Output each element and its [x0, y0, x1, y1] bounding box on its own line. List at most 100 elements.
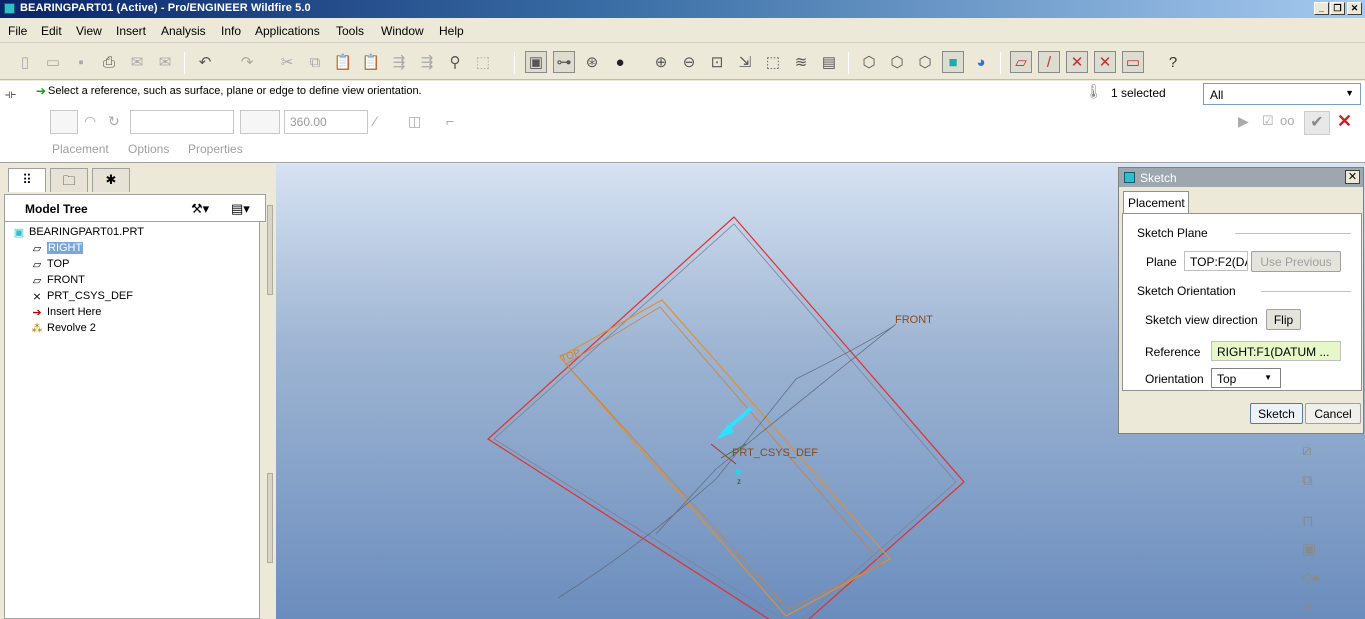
select-box-icon[interactable]: ⬚: [472, 51, 494, 73]
annotation-toggle-icon[interactable]: ▭: [1122, 51, 1144, 73]
tab-options[interactable]: Options: [128, 142, 169, 156]
paste-special-icon[interactable]: 📋: [360, 51, 382, 73]
datum-planes-toggle-icon[interactable]: ▱: [1010, 51, 1032, 73]
title-bar: BEARINGPART01 (Active) - Pro/ENGINEER Wi…: [0, 0, 1365, 18]
tree-settings-icon[interactable]: ⚒▾: [191, 201, 209, 217]
context-help-icon[interactable]: ?: [1162, 51, 1184, 73]
save-icon[interactable]: ▪: [70, 51, 92, 73]
tree-item-front[interactable]: ▱ FRONT: [29, 272, 85, 288]
revolve-tool-icon[interactable]: ▣: [1302, 540, 1316, 558]
panel-sash[interactable]: [266, 205, 274, 575]
refit-icon[interactable]: ⊡: [706, 51, 728, 73]
regen-manager-icon[interactable]: ⇶: [416, 51, 438, 73]
zoom-in-icon[interactable]: ⊕: [650, 51, 672, 73]
menu-info[interactable]: Info: [221, 24, 241, 38]
angle-type-dropdown[interactable]: [240, 110, 280, 134]
zoom-out-icon[interactable]: ⊖: [678, 51, 700, 73]
maximize-button[interactable]: ❐: [1330, 2, 1345, 15]
dialog-close-icon[interactable]: ✕: [1345, 170, 1360, 184]
print-icon[interactable]: ⎙: [98, 51, 120, 73]
close-button[interactable]: ✕: [1347, 2, 1362, 15]
menu-insert[interactable]: Insert: [116, 24, 146, 38]
axis-collector-field[interactable]: [130, 110, 234, 134]
shading-icon[interactable]: ■: [942, 51, 964, 73]
tree-item-revolve[interactable]: ⁂ Revolve 2: [29, 320, 96, 336]
find-icon[interactable]: ⚲: [444, 51, 466, 73]
use-previous-button[interactable]: Use Previous: [1251, 251, 1341, 272]
sash-grip-lower[interactable]: [267, 473, 273, 563]
plane-field[interactable]: TOP:F2(DATUM PLANE): [1184, 251, 1248, 271]
tree-item-part[interactable]: ▣ BEARINGPART01.PRT: [11, 224, 144, 240]
orient-mode-icon[interactable]: ⊛: [581, 51, 603, 73]
menu-view[interactable]: View: [76, 24, 102, 38]
redo-icon[interactable]: ↷: [236, 51, 258, 73]
undo-icon[interactable]: ↶: [194, 51, 216, 73]
open-file-icon[interactable]: ▭: [42, 51, 64, 73]
tree-item-right[interactable]: ▱ RIGHT: [29, 240, 84, 256]
tab-properties[interactable]: Properties: [188, 142, 243, 156]
tab-dialog-placement[interactable]: Placement: [1123, 191, 1189, 213]
cut-icon[interactable]: ✂: [276, 51, 298, 73]
tab-favorites[interactable]: ✱: [92, 168, 130, 192]
email-link-icon[interactable]: ✉: [154, 51, 176, 73]
menu-tools[interactable]: Tools: [336, 24, 364, 38]
confirm-check-icon[interactable]: ✔: [1304, 111, 1330, 135]
menu-edit[interactable]: Edit: [41, 24, 62, 38]
enhanced-realism-icon[interactable]: ◕: [970, 51, 992, 73]
hidden-line-icon[interactable]: ⬡: [886, 51, 908, 73]
menu-applications[interactable]: Applications: [255, 24, 320, 38]
datum-axes-toggle-icon[interactable]: /: [1038, 51, 1060, 73]
sketch-tool-icon[interactable]: ⧄: [1302, 442, 1312, 459]
cancel-button[interactable]: Cancel: [1305, 403, 1361, 424]
reference-label: Reference: [1145, 345, 1201, 359]
right-datum-plane[interactable]: [487, 216, 965, 619]
new-file-icon[interactable]: ▯: [14, 51, 36, 73]
tree-item-insert-here[interactable]: ➔ Insert Here: [29, 304, 101, 320]
extrude-tool-icon[interactable]: ⊓: [1302, 512, 1314, 530]
pause-icon[interactable]: ▶: [1238, 113, 1249, 130]
cancel-x-icon[interactable]: ✕: [1337, 111, 1352, 132]
paste-icon[interactable]: 📋: [332, 51, 354, 73]
menu-window[interactable]: Window: [381, 24, 424, 38]
csys-toggle-icon[interactable]: ✕: [1094, 51, 1116, 73]
tree-show-icon[interactable]: ▤▾: [231, 201, 250, 217]
preview-icon[interactable]: oo: [1280, 113, 1294, 128]
email-icon[interactable]: ✉: [126, 51, 148, 73]
datum-plane-icon: ▱: [32, 274, 42, 287]
orientation-select[interactable]: Top ▼: [1211, 368, 1281, 388]
tab-folder-browser[interactable]: 🗀: [50, 168, 88, 192]
sash-grip-upper[interactable]: [267, 205, 273, 295]
spin-center-icon[interactable]: ⊶: [553, 51, 575, 73]
datum-points-toggle-icon[interactable]: ✕: [1066, 51, 1088, 73]
tree-item-csys[interactable]: ⨯ PRT_CSYS_DEF: [29, 288, 133, 304]
model-display-icon[interactable]: ●: [609, 51, 631, 73]
reorient-icon[interactable]: ⇲: [734, 51, 756, 73]
solid-option-button[interactable]: [50, 110, 78, 134]
verify-icon[interactable]: ☑: [1262, 113, 1274, 129]
selection-filter[interactable]: All ▼: [1203, 83, 1361, 105]
tab-placement[interactable]: Placement: [52, 142, 109, 156]
minimize-button[interactable]: _: [1314, 2, 1329, 15]
wireframe-icon[interactable]: ⬡: [858, 51, 880, 73]
menu-help[interactable]: Help: [439, 24, 464, 38]
csys-icon: ⨯: [32, 290, 42, 303]
repaint-icon[interactable]: ▣: [525, 51, 547, 73]
message-arrow-icon: ➔: [36, 84, 47, 98]
flip-button[interactable]: Flip: [1266, 309, 1301, 330]
menu-file[interactable]: File: [8, 24, 27, 38]
sketch-button[interactable]: Sketch: [1250, 403, 1303, 424]
angle-input[interactable]: 360.00: [284, 110, 368, 134]
menu-analysis[interactable]: Analysis: [161, 24, 206, 38]
datum-plane-tool-icon[interactable]: ⧉: [1302, 472, 1313, 489]
mirror-tool-icon[interactable]: ⧅: [1302, 596, 1312, 613]
tab-model-tree[interactable]: ⠿: [8, 168, 46, 192]
reference-field[interactable]: RIGHT:F1(DATUM ...: [1211, 341, 1341, 361]
tree-item-top[interactable]: ▱ TOP: [29, 256, 70, 272]
regenerate-icon[interactable]: ⇶: [388, 51, 410, 73]
no-hidden-icon[interactable]: ⬡: [914, 51, 936, 73]
copy-icon[interactable]: ⧉: [304, 51, 326, 73]
pattern-tool-icon[interactable]: ◇▸: [1302, 568, 1321, 586]
saved-views-icon[interactable]: ⬚: [762, 51, 784, 73]
view-manager-icon[interactable]: ▤: [818, 51, 840, 73]
layers-icon[interactable]: ≋: [790, 51, 812, 73]
